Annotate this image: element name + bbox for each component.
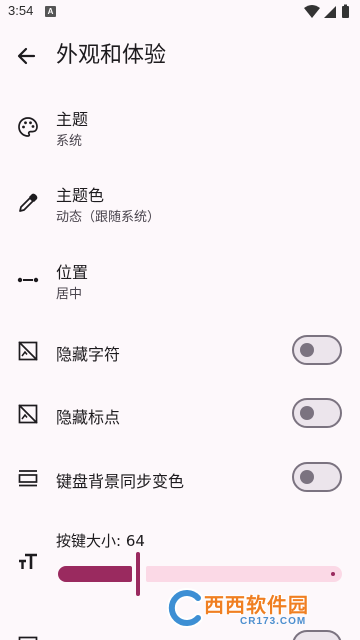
- notification-badge: A: [45, 6, 56, 17]
- setting-hide-chars[interactable]: 隐藏字符: [0, 326, 360, 376]
- battery-icon: [342, 6, 349, 18]
- keyboard-bar-icon: [18, 470, 38, 487]
- setting-position[interactable]: 位置 居中: [0, 252, 360, 312]
- setting-hide-chars-title: 隐藏字符: [56, 345, 121, 364]
- setting-keyboard-bg-sync-title: 键盘背景同步变色: [56, 472, 185, 491]
- palette-icon: [18, 117, 38, 137]
- status-icons: [304, 4, 349, 18]
- hide-punct-toggle[interactable]: [292, 398, 342, 428]
- wifi-icon: [304, 5, 320, 18]
- hide-image-icon: [18, 404, 38, 424]
- setting-theme-subtitle: 系统: [56, 134, 83, 149]
- position-dots-icon: [17, 277, 39, 283]
- page-title: 外观和体验: [56, 43, 167, 68]
- toggle-knob: [300, 343, 314, 357]
- key-size-slider-active-track[interactable]: [58, 566, 132, 582]
- setting-theme-title: 主题: [56, 110, 89, 129]
- key-size-slider-inactive-track[interactable]: [146, 566, 342, 582]
- status-time: 3:54: [8, 3, 34, 18]
- hide-image-icon: [18, 341, 38, 361]
- setting-theme-color-title: 主题色: [56, 186, 105, 205]
- app-bar: 外观和体验: [0, 24, 360, 88]
- setting-position-subtitle: 居中: [56, 287, 83, 302]
- keyboard-bg-sync-toggle[interactable]: [292, 462, 342, 492]
- watermark-logo: 西西软件园 CR173.COM: [166, 586, 342, 634]
- setting-hide-punct-title: 隐藏标点: [56, 408, 121, 427]
- text-size-icon: [19, 553, 37, 569]
- signal-icon: [324, 6, 336, 18]
- setting-theme-color[interactable]: 主题色 动态（跟随系统）: [0, 176, 360, 236]
- key-size-slider-handle[interactable]: [136, 552, 140, 596]
- toggle-knob: [300, 470, 314, 484]
- watermark-subtext: CR173.COM: [240, 616, 307, 627]
- key-size-label: 按键大小: 64: [56, 532, 145, 550]
- status-bar: 3:54 A: [0, 0, 360, 24]
- partial-item-icon: [18, 636, 38, 640]
- back-button[interactable]: [12, 40, 44, 72]
- setting-position-title: 位置: [56, 263, 89, 282]
- watermark-text: 西西软件园: [204, 593, 309, 617]
- watermark-c-icon: [166, 588, 203, 628]
- hide-chars-toggle[interactable]: [292, 335, 342, 365]
- key-size-slider-end-dot: [331, 572, 335, 576]
- eyedropper-icon: [19, 193, 38, 212]
- toggle-knob: [300, 406, 314, 420]
- arrow-back-icon: [17, 47, 36, 65]
- setting-theme[interactable]: 主题 系统: [0, 100, 360, 160]
- setting-keyboard-bg-sync[interactable]: 键盘背景同步变色: [0, 453, 360, 503]
- setting-hide-punct[interactable]: 隐藏标点: [0, 389, 360, 439]
- setting-theme-color-subtitle: 动态（跟随系统）: [56, 210, 161, 225]
